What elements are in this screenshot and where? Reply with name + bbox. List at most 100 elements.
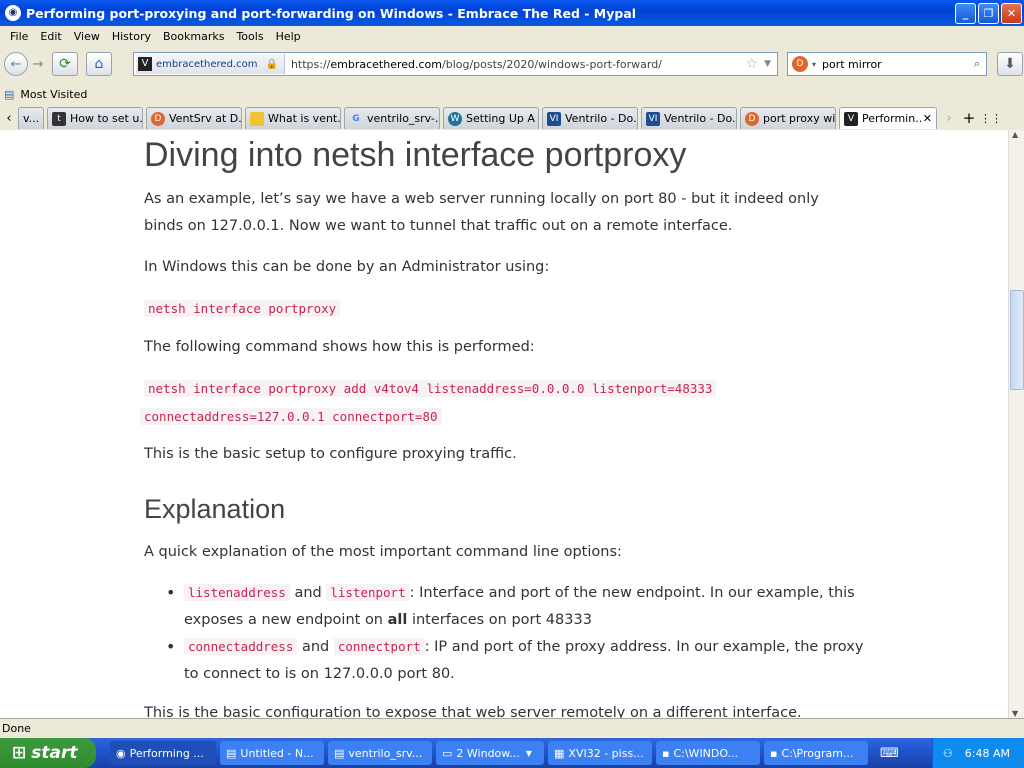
taskbar-item-explorer-group[interactable]: ▭ 2 Window... ▼ — [436, 741, 544, 765]
bold-all: all — [387, 612, 408, 628]
code-connectport: connectport — [333, 638, 425, 655]
maximize-button[interactable]: ❐ — [978, 2, 999, 24]
home-button[interactable]: ⌂ — [86, 52, 112, 76]
browser-window: ◉ Performing port-proxying and port-forw… — [0, 0, 1024, 738]
bullet-icon: • — [166, 583, 176, 602]
taskbar-item-ventrilo-doc[interactable]: ▤ ventrilo_srv... — [328, 741, 432, 765]
tab-label: v... — [23, 112, 40, 125]
ventrilo-favicon-icon: VI — [547, 111, 561, 126]
forward-button[interactable]: → — [28, 54, 48, 74]
tab-active[interactable]: V Performin... ✕ — [839, 107, 937, 129]
google-favicon-icon: G — [352, 113, 360, 124]
scrollbar-thumb[interactable] — [1010, 290, 1024, 390]
code-block-1: netsh interface portproxy — [144, 295, 844, 323]
tab-scroll-right-icon[interactable]: › — [940, 111, 958, 126]
bullet-icon: • — [166, 637, 176, 656]
tab-8[interactable]: VI Ventrilo - Do... — [641, 107, 737, 129]
tab-close-icon[interactable]: ✕ — [923, 112, 932, 125]
hex-editor-icon: ▦ — [554, 746, 565, 760]
menu-help[interactable]: Help — [270, 30, 307, 43]
all-tabs-icon[interactable]: ⋮⋮ — [980, 112, 1002, 125]
lock-icon: 🔒 — [265, 58, 278, 70]
menu-bar: File Edit View History Bookmarks Tools H… — [0, 26, 1024, 46]
start-button[interactable]: ⊞ start — [0, 738, 96, 768]
task-label: 2 Window... — [456, 746, 520, 760]
scroll-down-icon[interactable]: ▼ — [1012, 709, 1018, 718]
paragraph-admin: In Windows this can be done by an Admini… — [144, 259, 550, 275]
tab-5[interactable]: Gventrilo_srv-... — [344, 107, 440, 129]
paragraph-intro: As an example, let’s say we have a web s… — [144, 191, 819, 234]
site-favicon-icon: V — [844, 111, 858, 126]
vertical-scrollbar[interactable]: ▲ ▼ — [1008, 130, 1024, 718]
taskbar-item-xvi32[interactable]: ▦ XVI32 - piss... — [548, 741, 652, 765]
code-listenport: listenport — [326, 584, 410, 601]
mypal-app-icon: ◉ — [5, 5, 21, 21]
tab-2[interactable]: t How to set u... — [47, 107, 143, 129]
paragraph-config: This is the basic configuration to expos… — [144, 705, 802, 718]
code-command-line-1: netsh interface portproxy add v4tov4 lis… — [144, 380, 717, 397]
taskbar-item-notepad[interactable]: ▤ Untitled - N... — [220, 741, 324, 765]
search-icon[interactable]: ⌕ — [974, 57, 980, 71]
downloads-icon[interactable]: ⬇ — [997, 52, 1023, 76]
tumblr-favicon-icon: t — [52, 111, 66, 126]
menu-view[interactable]: View — [68, 30, 106, 43]
menu-edit[interactable]: Edit — [34, 30, 67, 43]
search-engine-dropdown-icon[interactable]: ▾ — [812, 60, 816, 69]
close-button[interactable]: ✕ — [1001, 2, 1022, 24]
ventrilo-favicon-icon: VI — [646, 111, 660, 126]
tab-label: Performin... — [862, 112, 921, 125]
tab-3[interactable]: D VentSrv at D... — [146, 107, 242, 129]
back-button[interactable]: ← — [4, 52, 28, 76]
task-label: C:\WINDO... — [673, 746, 739, 760]
task-label: XVI32 - piss... — [568, 746, 644, 760]
window-title: Performing port-proxying and port-forwar… — [26, 5, 637, 21]
tab-7[interactable]: VI Ventrilo - Do... — [542, 107, 638, 129]
duckduckgo-favicon-icon: D — [151, 111, 165, 126]
url-bar[interactable]: Vembracethered.com 🔒 https://embracethere… — [133, 52, 778, 76]
new-tab-icon[interactable]: + — [958, 109, 980, 127]
site-identity-label: embracethered.com — [156, 58, 258, 70]
taskbar: ⊞ start ◉ Performing ... ▤ Untitled - N... … — [0, 738, 1024, 768]
search-engine-icon[interactable]: D — [792, 56, 808, 72]
minimize-button[interactable]: _ — [955, 2, 976, 24]
taskbar-item-cmd-program[interactable]: ▪ C:\Program... — [764, 741, 868, 765]
task-label: Performing ... — [129, 746, 204, 760]
menu-tools[interactable]: Tools — [230, 30, 269, 43]
tab-1[interactable]: v... — [18, 107, 44, 129]
tab-9[interactable]: Dport proxy wi... — [740, 107, 836, 129]
menu-file[interactable]: File — [4, 30, 34, 43]
bookmark-star-icon[interactable]: ☆ — [746, 56, 759, 72]
site-identity-button[interactable]: Vembracethered.com 🔒 — [136, 54, 285, 74]
mypal-taskbar-icon: ◉ — [116, 746, 126, 760]
group-dropdown-icon[interactable]: ▼ — [526, 749, 532, 758]
bookmark-most-visited[interactable]: Most Visited — [20, 88, 87, 101]
tab-4[interactable]: What is vent... — [245, 107, 341, 129]
search-input[interactable]: port mirror — [822, 58, 974, 71]
notepad-icon: ▤ — [334, 746, 345, 760]
url-text[interactable]: https://embracethered.com/blog/posts/202… — [285, 58, 746, 71]
search-bar[interactable]: D ▾ port mirror ⌕ — [787, 52, 987, 76]
code-block-2: netsh interface portproxy add v4tov4 lis… — [140, 375, 844, 431]
title-bar[interactable]: ◉ Performing port-proxying and port-forw… — [0, 0, 1024, 26]
scroll-up-icon[interactable]: ▲ — [1012, 130, 1018, 139]
status-text: Done — [2, 722, 31, 735]
navigation-toolbar: ← → ⟳ ⌂ Vembracethered.com 🔒 https://embr… — [0, 46, 1024, 82]
taskbar-item-cmd-windows[interactable]: ▪ C:\WINDO... — [656, 741, 760, 765]
windows-logo-icon: ⊞ — [12, 743, 27, 763]
menu-history[interactable]: History — [106, 30, 157, 43]
menu-bookmarks[interactable]: Bookmarks — [157, 30, 230, 43]
most-visited-icon: ▤ — [4, 87, 15, 101]
site-favicon-icon: V — [138, 57, 152, 71]
console-icon: ▪ — [662, 746, 670, 760]
tab-6[interactable]: W Setting Up A ... — [443, 107, 539, 129]
tab-scroll-left-icon[interactable]: ‹ — [0, 111, 18, 126]
reload-button[interactable]: ⟳ — [52, 52, 78, 76]
keyboard-icon[interactable]: ⌨ — [880, 746, 899, 761]
tab-label: port proxy wi... — [763, 112, 836, 125]
code-listenaddress: listenaddress — [184, 584, 290, 601]
network-icon[interactable]: ⚇ — [943, 747, 953, 760]
and-text: and — [301, 639, 330, 655]
taskbar-item-browser[interactable]: ◉ Performing ... — [110, 741, 216, 765]
url-dropdown-icon[interactable]: ▼ — [764, 59, 771, 69]
explanation-heading: Explanation — [144, 494, 286, 524]
